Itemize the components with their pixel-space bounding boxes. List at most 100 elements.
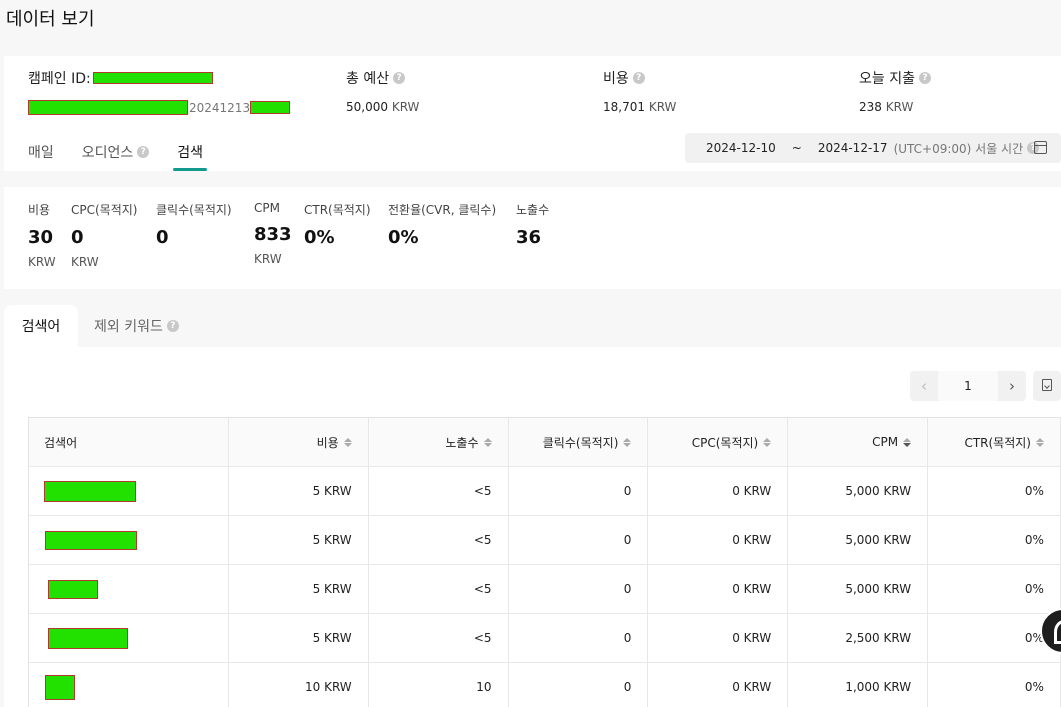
metrics-card: 비용 30 KRW CPC(목적지) 0 KRW 클릭수(목적지) 0 CPM … bbox=[4, 187, 1061, 289]
tab-search-terms[interactable]: 검색어 bbox=[4, 305, 78, 347]
table-row: 10 KRW 10 0 0 KRW 1,000 KRW 0% bbox=[29, 663, 1061, 707]
budget-unit: KRW bbox=[391, 100, 420, 114]
start-date: 2024-12-10 bbox=[706, 141, 776, 155]
budget-block: 총 예산? 50,000 KRW bbox=[346, 68, 419, 114]
metric-ctr: CTR(목적지) 0% bbox=[304, 203, 371, 248]
row-impressions: <5 bbox=[369, 516, 509, 564]
tab-search[interactable]: 검색 bbox=[173, 142, 207, 171]
cost-value: 18,701 bbox=[603, 100, 645, 114]
metric-impressions: 노출수 36 bbox=[516, 203, 550, 248]
col-cpc[interactable]: CPC(목적지) bbox=[648, 418, 789, 466]
sort-icon[interactable] bbox=[483, 437, 492, 447]
prev-page-icon[interactable]: ‹ bbox=[910, 377, 938, 395]
cost-unit: KRW bbox=[648, 100, 677, 114]
campaign-id-block: 캠페인 ID: 20241213 bbox=[28, 68, 291, 115]
table-row: 5 KRW <5 0 0 KRW 5,000 KRW 0% bbox=[29, 516, 1061, 565]
campaign-name-suffix: 20241213 bbox=[189, 100, 251, 115]
next-page-icon[interactable]: › bbox=[998, 377, 1026, 395]
cost-label: 비용 bbox=[603, 71, 629, 87]
row-clicks: 0 bbox=[509, 516, 649, 564]
row-cpc: 0 KRW bbox=[648, 565, 789, 613]
table-row: 5 KRW <5 0 0 KRW 5,000 KRW 0% bbox=[29, 467, 1061, 516]
table-row: 5 KRW <5 0 0 KRW 5,000 KRW 0% bbox=[29, 565, 1061, 614]
redacted-campaign-id bbox=[92, 72, 213, 84]
metric-cpc: CPC(목적지) 0 KRW bbox=[71, 203, 138, 269]
campaign-name-row: 20241213 bbox=[28, 100, 291, 115]
metric-clicks: 클릭수(목적지) 0 bbox=[156, 203, 232, 248]
row-cpc: 0 KRW bbox=[648, 614, 789, 662]
pagination: ‹ 1 › bbox=[910, 371, 1026, 401]
row-cpm: 5,000 KRW bbox=[788, 467, 929, 515]
table-row: 5 KRW <5 0 0 KRW 2,500 KRW 0% bbox=[29, 614, 1061, 663]
row-clicks: 0 bbox=[509, 467, 649, 515]
tab-negative-keywords[interactable]: 제외 키워드? bbox=[78, 305, 195, 347]
row-ctr: 0% bbox=[928, 516, 1061, 564]
row-impressions: <5 bbox=[369, 565, 509, 613]
help-icon[interactable]: ? bbox=[632, 72, 645, 84]
redacted-search-term bbox=[44, 480, 136, 502]
col-ctr[interactable]: CTR(목적지) bbox=[928, 418, 1061, 466]
budget-value: 50,000 bbox=[346, 100, 388, 114]
row-impressions: <5 bbox=[369, 467, 509, 515]
budget-label: 총 예산 bbox=[346, 71, 390, 87]
download-button[interactable] bbox=[1033, 371, 1061, 401]
campaign-id-label-row: 캠페인 ID: bbox=[28, 68, 290, 88]
redacted-campaign-name-tail bbox=[250, 101, 291, 114]
tab-audience[interactable]: 오디언스? bbox=[82, 142, 150, 171]
campaign-id-label: 캠페인 ID: bbox=[28, 71, 91, 87]
row-ctr: 0% bbox=[928, 663, 1061, 707]
row-cpc: 0 KRW bbox=[648, 516, 789, 564]
col-cost[interactable]: 비용 bbox=[229, 418, 369, 466]
help-icon[interactable]: ? bbox=[137, 146, 150, 158]
end-date: 2024-12-17 bbox=[817, 141, 888, 155]
row-cost: 10 KRW bbox=[229, 663, 369, 707]
today-spend-block: 오늘 지출? 238 KRW bbox=[859, 68, 931, 114]
row-ctr: 0% bbox=[928, 467, 1061, 515]
sort-icon[interactable] bbox=[343, 437, 352, 447]
row-impressions: 10 bbox=[369, 663, 509, 707]
row-cpm: 5,000 KRW bbox=[788, 565, 929, 613]
tab-daily[interactable]: 매일 bbox=[28, 142, 54, 171]
sort-icon[interactable] bbox=[903, 437, 912, 447]
metric-cpm: CPM 833 KRW bbox=[254, 201, 292, 266]
sort-icon[interactable] bbox=[623, 437, 632, 447]
sort-icon[interactable] bbox=[1035, 437, 1044, 447]
cost-block: 비용? 18,701 KRW bbox=[603, 68, 676, 114]
redacted-search-term bbox=[48, 579, 98, 599]
date-separator: ~ bbox=[791, 141, 802, 155]
search-terms-table: 검색어 비용 노출수 클릭수(목적지) CPC(목적지) CPM CTR(목적지… bbox=[28, 417, 1061, 707]
col-cpm[interactable]: CPM bbox=[788, 418, 929, 466]
row-cpm: 5,000 KRW bbox=[788, 516, 929, 564]
row-clicks: 0 bbox=[509, 565, 649, 613]
table-header: 검색어 비용 노출수 클릭수(목적지) CPC(목적지) CPM CTR(목적지… bbox=[29, 418, 1061, 467]
help-icon[interactable]: ? bbox=[918, 72, 931, 84]
row-cpc: 0 KRW bbox=[648, 467, 789, 515]
col-impressions[interactable]: 노출수 bbox=[369, 418, 509, 466]
row-cost: 5 KRW bbox=[229, 614, 369, 662]
row-cost: 5 KRW bbox=[229, 516, 369, 564]
metric-cost: 비용 30 KRW bbox=[28, 203, 56, 269]
metric-cvr: 전환율(CVR, 클릭수) 0% bbox=[388, 203, 497, 248]
row-clicks: 0 bbox=[509, 663, 649, 707]
col-clicks[interactable]: 클릭수(목적지) bbox=[509, 418, 649, 466]
help-icon[interactable]: ? bbox=[393, 72, 406, 84]
redacted-search-term bbox=[45, 530, 137, 550]
row-clicks: 0 bbox=[509, 614, 649, 662]
row-cost: 5 KRW bbox=[229, 565, 369, 613]
col-search-term: 검색어 bbox=[29, 418, 229, 466]
row-impressions: <5 bbox=[369, 614, 509, 662]
row-cost: 5 KRW bbox=[229, 467, 369, 515]
row-cpm: 1,000 KRW bbox=[788, 663, 929, 707]
today-spend-label: 오늘 지출 bbox=[859, 71, 915, 87]
timezone-label: (UTC+09:00) 서울 시간 bbox=[893, 141, 1024, 156]
view-tabs: 매일 오디언스? 검색 bbox=[28, 142, 207, 171]
row-cpm: 2,500 KRW bbox=[788, 614, 929, 662]
download-icon bbox=[1042, 379, 1052, 391]
calendar-icon[interactable] bbox=[1034, 141, 1047, 154]
help-icon[interactable]: ? bbox=[166, 320, 179, 332]
sort-icon[interactable] bbox=[763, 437, 772, 447]
today-spend-unit: KRW bbox=[885, 100, 914, 114]
date-range-picker[interactable]: 2024-12-10 ~ 2024-12-17 (UTC+09:00) 서울 시… bbox=[685, 133, 1061, 163]
current-page[interactable]: 1 bbox=[938, 371, 998, 401]
redacted-campaign-name bbox=[28, 100, 188, 115]
